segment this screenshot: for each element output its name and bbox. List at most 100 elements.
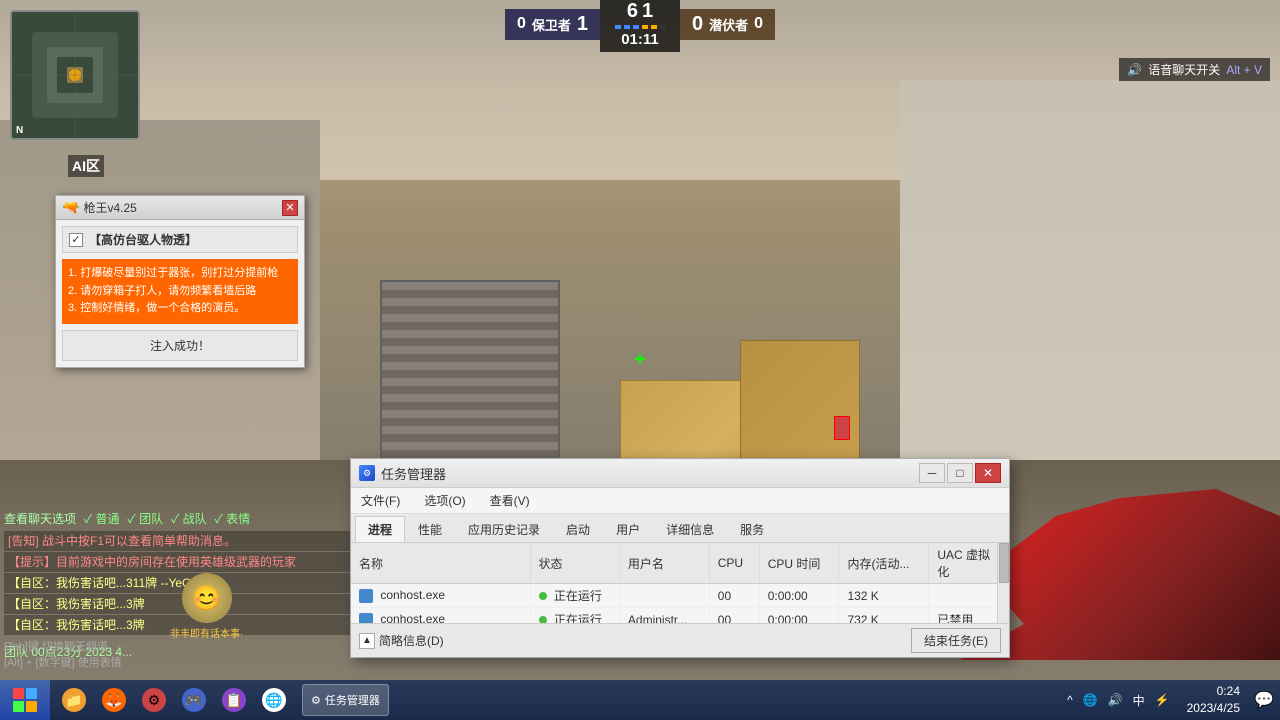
ct-score: 0 bbox=[517, 15, 526, 33]
t-score-num: 0 bbox=[692, 13, 703, 36]
taskbar-app-3[interactable]: ⚙ bbox=[136, 682, 172, 718]
col-memory[interactable]: 内存(活动... bbox=[839, 543, 929, 584]
process-table: 名称 状态 用户名 CPU CPU 时间 内存(活动... UAC 虚拟化 co… bbox=[351, 543, 1009, 623]
col-cpu[interactable]: CPU bbox=[709, 543, 759, 584]
tray-arrow[interactable]: ^ bbox=[1064, 691, 1076, 709]
scrollbar-thumb[interactable] bbox=[999, 543, 1009, 583]
process-table-scrollbar[interactable] bbox=[997, 543, 1009, 623]
chat-option-normal[interactable]: ✓ 普通 bbox=[84, 510, 120, 527]
taskman-close-button[interactable]: ✕ bbox=[975, 463, 1001, 483]
chat-option-clan[interactable]: ✓ 战队 bbox=[171, 510, 207, 527]
hud-top: 0 保卫者 1 6 1 01:11 0 潜伏者 0 bbox=[0, 0, 1280, 48]
proc-icon-0 bbox=[359, 589, 373, 603]
taskman-menu-view[interactable]: 查看(V) bbox=[486, 490, 534, 511]
start-button[interactable] bbox=[0, 680, 50, 720]
table-row[interactable]: conhost.exe 正在运行 00 0:00:00 132 K bbox=[351, 584, 1009, 608]
col-cpu-time[interactable]: CPU 时间 bbox=[759, 543, 839, 584]
col-user[interactable]: 用户名 bbox=[619, 543, 709, 584]
taskbar-app-chrome[interactable]: 🌐 bbox=[256, 682, 292, 718]
taskman-footer: ▲ 简略信息(D) 结束任务(E) bbox=[351, 623, 1009, 657]
t-health-pip bbox=[651, 25, 657, 29]
taskbar-pinned-apps: 📁 🦊 ⚙ 🎮 📋 🌐 bbox=[50, 682, 298, 718]
end-task-button[interactable]: 结束任务(E) bbox=[911, 628, 1001, 653]
taskman-menu-file[interactable]: 文件(F) bbox=[357, 490, 404, 511]
tray-network[interactable]: 🌐 bbox=[1080, 691, 1101, 709]
taskbar-app-5[interactable]: 📋 bbox=[216, 682, 252, 718]
taskman-app-icon: ⚙ bbox=[359, 465, 375, 481]
hud-center: 6 1 01:11 bbox=[600, 0, 680, 52]
minimap: N bbox=[10, 10, 140, 140]
taskman-title: ⚙ 任务管理器 bbox=[359, 464, 446, 483]
proc-mem-1: 732 K bbox=[839, 608, 929, 624]
ct-health-pip bbox=[633, 25, 639, 29]
tab-performance[interactable]: 性能 bbox=[405, 516, 455, 542]
avatar-text: 非丰即有话本事· bbox=[170, 625, 243, 640]
cheat-title-icon: 🔫 bbox=[62, 199, 79, 216]
ct-team-label: 保卫者 bbox=[532, 15, 571, 34]
ct-score-num: 1 bbox=[577, 13, 588, 36]
app4-icon: 🎮 bbox=[182, 688, 206, 712]
proc-status-1: 正在运行 bbox=[530, 608, 619, 624]
table-row[interactable]: conhost.exe 正在运行 Administr... 00 0:00:00… bbox=[351, 608, 1009, 624]
tab-process[interactable]: 进程 bbox=[355, 516, 405, 542]
col-name[interactable]: 名称 bbox=[351, 543, 530, 584]
chat-line-0: [告知] 战斗中按F1可以查看简单帮助消息。 bbox=[4, 531, 356, 551]
taskbar-clock[interactable]: 0:24 2023/4/25 bbox=[1179, 683, 1248, 717]
taskman-minimize-button[interactable]: ─ bbox=[919, 463, 945, 483]
avatar-icon: 😊 bbox=[182, 573, 232, 623]
clock-date: 2023/4/25 bbox=[1187, 700, 1240, 717]
taskman-controls: ─ □ ✕ bbox=[919, 463, 1001, 483]
t-icon: 0 bbox=[754, 15, 763, 33]
cheat-checkbox-row[interactable]: ✓ 【高仿台驱人物透】 bbox=[62, 226, 298, 253]
ct-team-display: 0 保卫者 1 bbox=[505, 9, 600, 40]
cheat-checkbox[interactable]: ✓ bbox=[69, 233, 83, 247]
notification-icon: 💬 bbox=[1254, 690, 1274, 710]
win-pane-green bbox=[13, 701, 24, 712]
proc-mem-0: 132 K bbox=[839, 584, 929, 608]
taskbar-app-firefox[interactable]: 🦊 bbox=[96, 682, 132, 718]
tab-users[interactable]: 用户 bbox=[603, 516, 653, 542]
proc-status-0: 正在运行 bbox=[530, 584, 619, 608]
proc-name-1: conhost.exe bbox=[351, 608, 530, 624]
chat-options-label[interactable]: 查看聊天选项 bbox=[4, 510, 76, 527]
notification-button[interactable]: 💬 bbox=[1248, 680, 1280, 720]
expand-button[interactable]: ▲ bbox=[359, 633, 375, 649]
t-team-display: 0 潜伏者 0 bbox=[680, 9, 775, 40]
tab-services[interactable]: 服务 bbox=[727, 516, 777, 542]
tray-ime[interactable]: 中 bbox=[1130, 690, 1148, 711]
cheat-title-text: 枪王v4.25 bbox=[83, 199, 136, 216]
chat-line-1: 【提示】目前游戏中的房间存在使用英雄级武器的玩家 bbox=[4, 552, 356, 572]
tray-battery[interactable]: ⚡ bbox=[1152, 691, 1173, 709]
cheat-close-button[interactable]: ✕ bbox=[282, 200, 298, 216]
taskbar-app-4[interactable]: 🎮 bbox=[176, 682, 212, 718]
taskbar-app-explorer[interactable]: 📁 bbox=[56, 682, 92, 718]
app5-icon: 📋 bbox=[222, 688, 246, 712]
col-status[interactable]: 状态 bbox=[530, 543, 619, 584]
tray-volume[interactable]: 🔊 bbox=[1105, 691, 1126, 709]
taskman-maximize-button[interactable]: □ bbox=[947, 463, 973, 483]
chat-options: 查看聊天选项 ✓ 普通 ✓ 团队 ✓ 战队 ✓ 表情 bbox=[4, 510, 356, 527]
tab-startup[interactable]: 启动 bbox=[553, 516, 603, 542]
task-manager-window[interactable]: ⚙ 任务管理器 ─ □ ✕ 文件(F) 选项(O) 查看(V) 进程 性能 应用… bbox=[350, 458, 1010, 658]
chrome-icon: 🌐 bbox=[262, 688, 286, 712]
active-app-icon: ⚙ bbox=[311, 694, 321, 707]
taskman-menu-options[interactable]: 选项(O) bbox=[420, 490, 469, 511]
win-pane-red bbox=[13, 688, 24, 699]
player-avatar: 😊 非丰即有话本事· bbox=[170, 573, 243, 640]
t-health-pip bbox=[642, 25, 648, 29]
clock-time: 0:24 bbox=[1187, 683, 1240, 700]
taskman-title-text: 任务管理器 bbox=[381, 464, 446, 483]
chat-option-emote[interactable]: ✓ 表情 bbox=[215, 510, 251, 527]
tab-app-history[interactable]: 应用历史记录 bbox=[455, 516, 553, 542]
proc-name-0: conhost.exe bbox=[351, 584, 530, 608]
status-dot-0 bbox=[539, 592, 547, 600]
chat-option-team[interactable]: ✓ 团队 bbox=[128, 510, 164, 527]
firefox-icon: 🦊 bbox=[102, 688, 126, 712]
enemy-marker bbox=[834, 416, 850, 440]
proc-user-1: Administr... bbox=[619, 608, 709, 624]
tab-details[interactable]: 详细信息 bbox=[653, 516, 727, 542]
proc-cpu-0: 00 bbox=[709, 584, 759, 608]
proc-cputime-0: 0:00:00 bbox=[759, 584, 839, 608]
footer-label[interactable]: 简略信息(D) bbox=[379, 632, 444, 649]
taskbar-active-app[interactable]: ⚙ 任务管理器 bbox=[302, 684, 389, 716]
